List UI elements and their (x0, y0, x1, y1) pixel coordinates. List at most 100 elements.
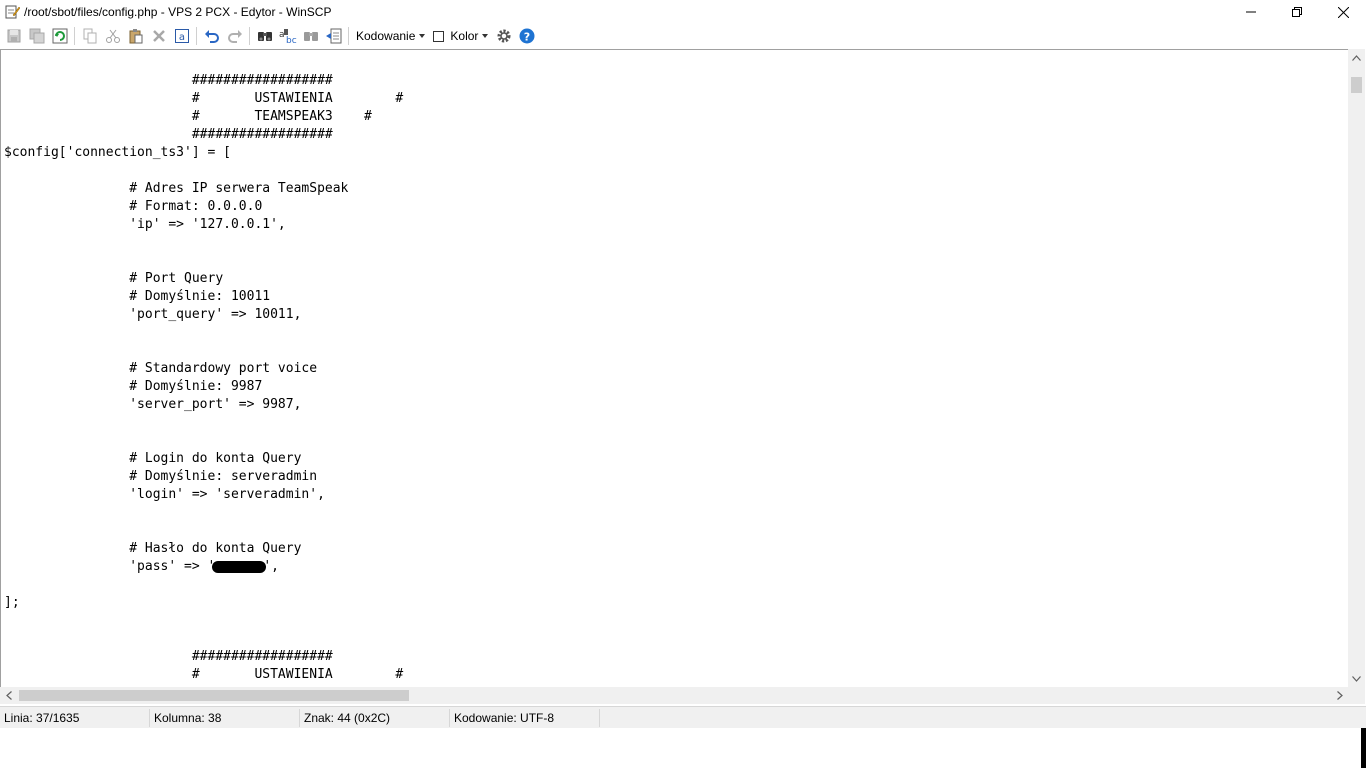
code-line[interactable]: 'server_port' => 9987, (4, 397, 301, 412)
copy-icon (83, 28, 96, 44)
delete-button[interactable] (147, 25, 170, 47)
redacted-password (212, 560, 267, 573)
color-toggle[interactable]: Kolor (429, 25, 492, 47)
code-line[interactable]: # TEAMSPEAK3 # (4, 109, 372, 124)
scroll-up-button[interactable] (1348, 49, 1365, 66)
paste-button[interactable] (124, 25, 147, 47)
close-icon (1337, 6, 1349, 18)
code-line[interactable]: ################## (4, 127, 333, 142)
scroll-left-button[interactable] (0, 687, 17, 704)
code-line[interactable]: # Domyślnie: 10011 (4, 289, 270, 304)
svg-text:a: a (279, 30, 285, 40)
find-next-icon (303, 32, 318, 41)
code-line[interactable]: # Format: 0.0.0.0 (4, 199, 262, 214)
window-title: /root/sbot/files/config.php - VPS 2 PCX … (24, 5, 332, 19)
title-bar: /root/sbot/files/config.php - VPS 2 PCX … (0, 0, 1366, 24)
code-line[interactable]: # Login do konta Query (4, 451, 301, 466)
go-to-line-button[interactable] (322, 25, 345, 47)
code-line[interactable]: # USTAWIENIA # (4, 91, 403, 106)
cut-button[interactable] (101, 25, 124, 47)
svg-text:bc: bc (286, 36, 297, 44)
help-button[interactable]: ? (515, 25, 538, 47)
chevron-right-icon (1336, 691, 1343, 700)
chevron-up-icon (1352, 54, 1361, 61)
svg-text:a: a (178, 32, 184, 43)
reload-button[interactable] (48, 25, 71, 47)
select-all-button[interactable]: a (170, 25, 193, 47)
gear-icon (497, 29, 511, 43)
text-editor[interactable]: ################## # USTAWIENIA # # TEAM… (0, 49, 1348, 687)
horizontal-scrollbar[interactable] (0, 687, 1348, 704)
editor-toolbar: a a bc Kodowanie Kolor ? (0, 24, 1366, 48)
desktop-area (0, 728, 1366, 768)
notepad-edit-icon (5, 5, 20, 19)
code-line[interactable]: 'port_query' => 10011, (4, 307, 301, 322)
find-replace-icon: abc (279, 29, 297, 44)
reload-icon (52, 28, 67, 44)
go-to-line-icon (325, 28, 341, 44)
code-line[interactable]: # USTAWIENIA # (4, 667, 403, 682)
status-encoding: Kodowanie: UTF-8 (450, 709, 600, 727)
restore-button[interactable] (1274, 0, 1320, 24)
help-icon: ? (519, 28, 535, 44)
save-icon (7, 29, 20, 43)
minimize-button[interactable] (1228, 0, 1274, 24)
chevron-down-icon (1352, 675, 1361, 682)
find-button[interactable] (253, 25, 276, 47)
code-line-suffix[interactable]: ', (263, 559, 279, 574)
code-content[interactable]: ################## # USTAWIENIA # # TEAM… (4, 72, 403, 684)
chevron-down-icon (419, 34, 426, 38)
select-all-icon: a (174, 29, 189, 43)
minimize-icon (1246, 11, 1256, 13)
replace-button[interactable]: a bc (276, 25, 299, 47)
chevron-left-icon (5, 691, 12, 700)
code-line[interactable]: ################## (4, 649, 333, 664)
code-line[interactable]: # Domyślnie: 9987 (4, 379, 262, 394)
scroll-down-button[interactable] (1348, 670, 1365, 687)
close-button[interactable] (1320, 0, 1366, 24)
toolbar-separator (74, 27, 75, 45)
save-all-button[interactable] (25, 25, 48, 47)
code-line[interactable]: # Standardowy port voice (4, 361, 317, 376)
redo-button[interactable] (223, 25, 246, 47)
restore-icon (1292, 7, 1302, 17)
vertical-scrollbar[interactable] (1348, 49, 1365, 687)
encoding-dropdown[interactable]: Kodowanie (352, 25, 429, 47)
vertical-scroll-thumb[interactable] (1351, 77, 1362, 93)
binoculars-icon (257, 32, 272, 41)
toolbar-separator (249, 27, 250, 45)
code-line[interactable]: # Adres IP serwera TeamSpeak (4, 181, 348, 196)
redo-icon (227, 30, 242, 43)
code-line[interactable]: ################## (4, 73, 333, 88)
save-button[interactable] (2, 25, 25, 47)
code-line[interactable]: # Domyślnie: serveradmin (4, 469, 317, 484)
toolbar-separator (348, 27, 349, 45)
scrollbar-corner (1348, 687, 1365, 704)
toolbar-separator (196, 27, 197, 45)
status-line: Linia: 37/1635 (0, 709, 150, 727)
scissors-icon (105, 29, 120, 43)
horizontal-scroll-thumb[interactable] (19, 690, 409, 701)
status-char: Znak: 44 (0x2C) (300, 709, 450, 727)
status-column: Kolumna: 38 (150, 709, 300, 727)
code-line[interactable]: 'pass' => ' (4, 559, 215, 574)
save-all-icon (29, 28, 44, 44)
window-controls (1228, 0, 1366, 24)
scroll-right-button[interactable] (1331, 687, 1348, 704)
undo-button[interactable] (200, 25, 223, 47)
delete-x-icon (152, 30, 165, 42)
clipboard-icon (129, 29, 142, 44)
color-checkbox[interactable] (433, 30, 445, 42)
chevron-down-icon (482, 34, 489, 38)
code-line[interactable]: 'login' => 'serveradmin', (4, 487, 325, 502)
copy-button[interactable] (78, 25, 101, 47)
code-line[interactable]: # Hasło do konta Query (4, 541, 301, 556)
edge-mark (1361, 728, 1366, 768)
code-line[interactable]: $config['connection_ts3'] = [ (4, 145, 231, 160)
code-line[interactable]: # Port Query (4, 271, 223, 286)
code-line[interactable]: 'ip' => '127.0.0.1', (4, 217, 286, 232)
status-bar: Linia: 37/1635 Kolumna: 38 Znak: 44 (0x2… (0, 706, 1366, 729)
preferences-button[interactable] (492, 25, 515, 47)
code-line[interactable]: ]; (4, 595, 20, 610)
find-next-button[interactable] (299, 25, 322, 47)
